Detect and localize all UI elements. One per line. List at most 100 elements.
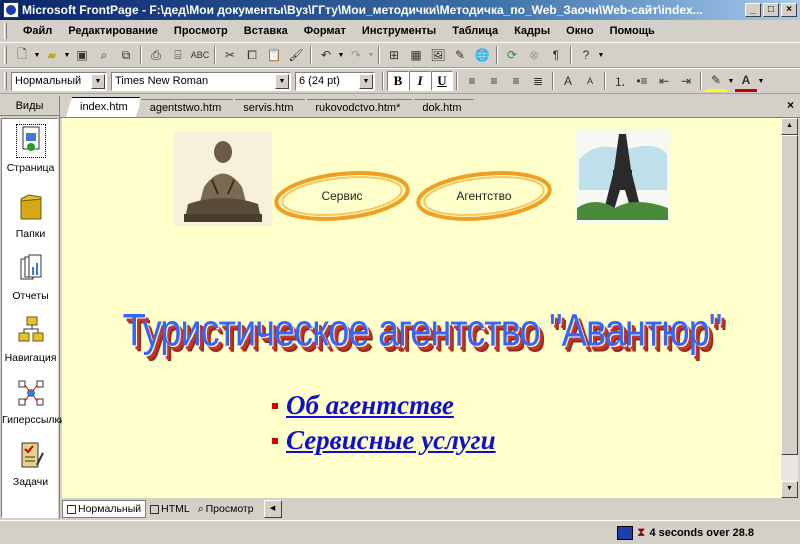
redo-dropdown-icon[interactable]: ▼ (367, 52, 375, 59)
undo-dropdown-icon[interactable]: ▼ (337, 52, 345, 59)
close-icon[interactable]: × (787, 98, 794, 112)
scroll-down-icon[interactable]: ▼ (781, 481, 798, 498)
tab-servis[interactable]: servis.htm (229, 99, 306, 117)
save-icon[interactable]: ▣ (71, 44, 93, 66)
insert-table-icon[interactable]: ▦ (405, 44, 427, 66)
publish-icon[interactable]: ⧉ (115, 44, 137, 66)
menu-frames[interactable]: Кадры (506, 25, 558, 37)
font-size-select[interactable]: 6 (24 pt) ▼ (295, 71, 375, 91)
page-headline[interactable]: Туристическое агентство "Авантюр" (102, 306, 742, 358)
align-right-icon[interactable]: ≡ (505, 70, 527, 92)
insert-picture-icon[interactable]: 🖼 (427, 44, 449, 66)
frontpage-app-icon[interactable] (3, 2, 19, 18)
chevron-down-icon[interactable]: ▼ (91, 73, 105, 89)
menu-format[interactable]: Формат (296, 25, 354, 37)
tab-agentstwo[interactable]: agentstwo.htm (135, 99, 234, 117)
toolbar-grip[interactable] (4, 46, 7, 64)
minimize-button[interactable]: _ (745, 3, 761, 17)
align-center-icon[interactable]: ≡ (483, 70, 505, 92)
open-dropdown-icon[interactable]: ▼ (63, 52, 71, 59)
menu-table[interactable]: Таблица (444, 25, 506, 37)
agency-nav-button[interactable]: Агентство (414, 168, 554, 224)
tab-html[interactable]: HTML (146, 500, 194, 518)
bold-button[interactable]: B (387, 71, 409, 91)
highlight-icon[interactable]: ✎ (705, 70, 727, 92)
toolbar-grip[interactable] (4, 72, 7, 90)
scroll-up-icon[interactable]: ▲ (781, 118, 798, 135)
numbered-list-icon[interactable]: ⒈ (609, 70, 631, 92)
services-link[interactable]: Сервисные услуги (286, 425, 496, 456)
show-all-icon[interactable]: ¶ (545, 44, 567, 66)
chevron-down-icon[interactable]: ▼ (275, 73, 289, 89)
service-nav-button[interactable]: Сервис (272, 168, 412, 224)
view-navigation[interactable]: Навигация (2, 315, 59, 364)
view-folders[interactable]: Папки (2, 191, 59, 240)
menu-insert[interactable]: Вставка (236, 25, 296, 37)
spelling-icon[interactable]: ABC (189, 44, 211, 66)
increase-indent-icon[interactable]: ⇥ (675, 70, 697, 92)
tab-index[interactable]: index.htm (66, 97, 140, 117)
decrease-indent-icon[interactable]: ⇤ (653, 70, 675, 92)
view-tasks[interactable]: Задачи (2, 439, 59, 488)
tab-preview[interactable]: ⌕ Просмотр (194, 500, 258, 518)
menu-tools[interactable]: Инструменты (354, 25, 444, 37)
help-icon[interactable]: ? (575, 44, 597, 66)
stop-icon[interactable]: ⊗ (523, 44, 545, 66)
preview-icon[interactable]: ⌸ (167, 44, 189, 66)
menu-help[interactable]: Помощь (602, 25, 663, 37)
font-color-icon[interactable]: A (735, 70, 757, 92)
tab-rukovodctvo[interactable]: rukovodctvo.htm* (301, 99, 413, 117)
menu-grip[interactable] (4, 23, 7, 39)
align-left-icon[interactable]: ≡ (461, 70, 483, 92)
cut-icon[interactable]: ✂ (219, 44, 241, 66)
vertical-scrollbar[interactable]: ▲ ▼ (781, 118, 798, 498)
tab-normal[interactable]: Нормальный (62, 500, 147, 518)
open-folder-icon[interactable]: ▰ (41, 44, 63, 66)
normal-view-icon (67, 504, 76, 514)
menu-edit[interactable]: Редактирование (60, 25, 166, 37)
link-list: Об агентстве Сервисные услуги (272, 390, 496, 460)
menu-file[interactable]: Файл (15, 25, 60, 37)
bulleted-list-icon[interactable]: •≡ (631, 70, 653, 92)
chevron-down-icon[interactable]: ▼ (359, 73, 373, 89)
view-hyperlinks[interactable]: Гиперссылки (2, 377, 65, 426)
view-reports[interactable]: Отчеты (2, 253, 59, 302)
format-painter-icon[interactable]: 🖌 (285, 44, 307, 66)
help-dropdown-icon[interactable]: ▼ (597, 52, 605, 59)
italic-button[interactable]: I (409, 71, 431, 91)
font-color-dropdown-icon[interactable]: ▼ (757, 78, 765, 85)
print-icon[interactable]: ⎙ (145, 44, 167, 66)
drawing-icon[interactable]: ✎ (449, 44, 471, 66)
refresh-icon[interactable]: ⟳ (501, 44, 523, 66)
undo-icon[interactable]: ↶ (315, 44, 337, 66)
bullet-icon (272, 402, 278, 409)
decrease-font-icon[interactable]: A (579, 70, 601, 92)
maximize-button[interactable]: □ (763, 3, 779, 17)
menu-window[interactable]: Окно (558, 25, 601, 37)
menu-view[interactable]: Просмотр (166, 25, 236, 37)
style-select[interactable]: Нормальный ▼ (11, 71, 107, 91)
view-page[interactable]: Страница (2, 124, 59, 174)
about-agency-link[interactable]: Об агентстве (286, 390, 454, 421)
redo-icon[interactable]: ↷ (345, 44, 367, 66)
scroll-thumb[interactable] (781, 135, 798, 455)
search-icon[interactable]: ⌕ (93, 44, 115, 66)
insert-component-icon[interactable]: ⊞ (383, 44, 405, 66)
tab-dok[interactable]: dok.htm (408, 99, 474, 117)
font-select[interactable]: Times New Roman ▼ (111, 71, 291, 91)
increase-font-icon[interactable]: A (557, 70, 579, 92)
highlight-dropdown-icon[interactable]: ▼ (727, 78, 735, 85)
close-window-button[interactable]: × (781, 3, 797, 17)
new-dropdown-icon[interactable]: ▼ (33, 52, 41, 59)
underline-button[interactable]: U (431, 71, 453, 91)
new-page-icon[interactable]: 🗋 (11, 44, 33, 66)
bullet-icon (272, 437, 278, 444)
html-view-icon (150, 504, 160, 514)
paste-icon[interactable]: 📋 (263, 44, 285, 66)
scroll-left-icon[interactable]: ◀ (263, 500, 282, 518)
download-time-status: 4 seconds over 28.8 (649, 526, 754, 539)
page-editor[interactable]: Сервис Агентство Туристическое агентство… (62, 118, 781, 498)
justify-icon[interactable]: ≣ (527, 70, 549, 92)
copy-icon[interactable]: ⧠ (241, 44, 263, 66)
hyperlink-icon[interactable]: 🌐 (471, 44, 493, 66)
